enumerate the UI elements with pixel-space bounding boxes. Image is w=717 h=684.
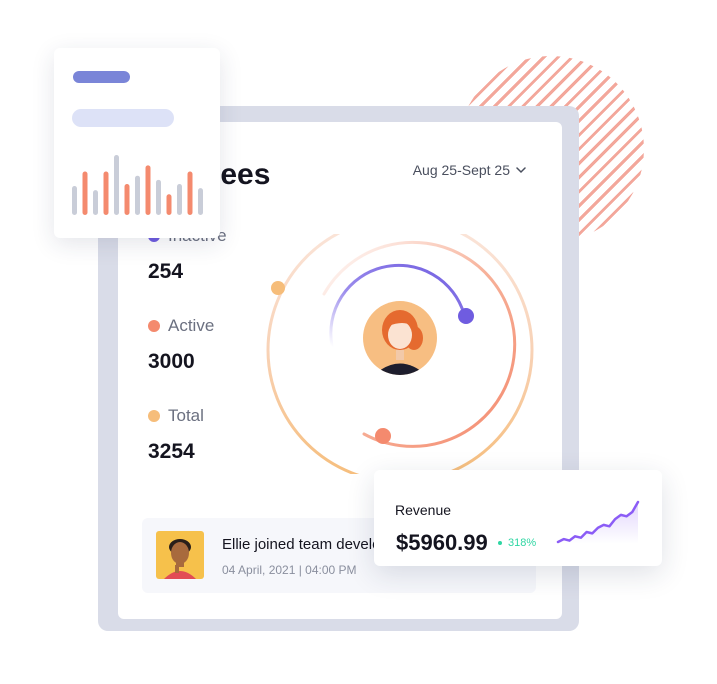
activity-timestamp: 04 April, 2021 | 04:00 PM [222, 563, 357, 577]
revenue-value: $5960.99 [396, 530, 488, 555]
revenue-card: Revenue $5960.99 318% [374, 470, 662, 566]
mini-chart-bar [156, 179, 161, 215]
mini-chart-bar [72, 186, 77, 215]
stat-label-active: Active [148, 316, 214, 336]
revenue-sparkline [556, 500, 640, 544]
mini-chart-bar [145, 165, 151, 215]
orbit-dot-total [271, 281, 285, 295]
mini-chart-bar [82, 171, 88, 215]
mini-chart-bar [103, 171, 109, 215]
date-range-dropdown[interactable]: Aug 25-Sept 25 [413, 162, 526, 178]
mini-chart-bar [93, 190, 98, 215]
mini-chart-bar [166, 194, 172, 215]
employee-orbit-graphic [266, 234, 534, 474]
mini-bar-chart [72, 155, 203, 215]
sparkline-area [558, 502, 638, 544]
stat-label-text: Total [168, 406, 204, 425]
user-avatar-icon [156, 531, 204, 579]
mini-chart-card [54, 48, 220, 238]
stat-label-total: Total [148, 406, 204, 426]
mini-chart-bar [187, 171, 193, 215]
active-dot [148, 320, 160, 332]
stat-value-active: 3000 [148, 350, 195, 373]
total-dot [148, 410, 160, 422]
trend-up-dot-icon [498, 541, 502, 545]
orbit-dot-active [375, 428, 391, 444]
revenue-change: 318% [498, 537, 536, 549]
orbit-dot-inactive [458, 308, 474, 324]
mini-chart-bar [114, 155, 119, 215]
stat-value-inactive: 254 [148, 260, 184, 283]
mini-chart-bar [124, 183, 130, 215]
stat-label-text: Active [168, 316, 215, 335]
user-avatar-icon [363, 301, 437, 375]
placeholder-bar [73, 71, 130, 83]
date-range-label: Aug 25-Sept 25 [412, 162, 510, 178]
stat-value-total: 3254 [148, 440, 195, 463]
revenue-change-text: 318% [508, 537, 537, 549]
revenue-label: Revenue [395, 502, 452, 518]
mini-chart-bar [177, 183, 182, 215]
chevron-down-icon [516, 167, 526, 174]
placeholder-bar [72, 109, 174, 127]
mini-chart-bar [198, 188, 203, 215]
mini-chart-bar [135, 175, 140, 215]
